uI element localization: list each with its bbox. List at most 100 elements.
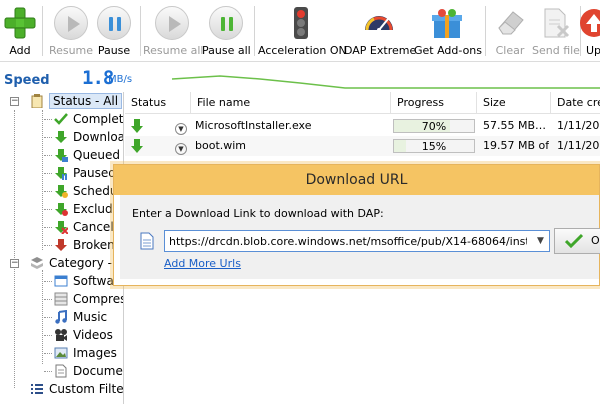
resume-label: Resume xyxy=(48,44,94,57)
tree-line xyxy=(44,335,52,336)
acceleration-button[interactable]: Acceleration ON xyxy=(258,0,347,62)
add-label: Add xyxy=(9,44,31,57)
tree-line xyxy=(44,371,52,372)
dialog-body: Enter a Download Link to download with D… xyxy=(120,195,600,279)
file-icon xyxy=(140,232,154,250)
dialog-title[interactable]: Download URL xyxy=(114,165,599,195)
music-note-icon xyxy=(55,310,67,324)
sidebar-item-label: Queued xyxy=(73,148,121,162)
tree-line xyxy=(44,227,52,228)
send-file-button[interactable]: Send file xyxy=(532,0,580,62)
gift-box-icon xyxy=(432,9,462,38)
sidebar-item-paused[interactable]: Paused xyxy=(54,164,116,182)
get-addons-button[interactable]: Get Add-ons xyxy=(414,0,482,62)
sidebar-item-compressed[interactable]: Compressed xyxy=(54,290,123,308)
pause-button[interactable]: Pause xyxy=(94,0,134,62)
resume-button[interactable]: Resume xyxy=(45,0,97,62)
tree-line xyxy=(14,110,15,388)
category-expander[interactable]: − xyxy=(10,259,19,268)
download-status-icon xyxy=(130,116,150,136)
sidebar-item-images[interactable]: Images xyxy=(54,344,117,362)
sidebar-item-label: Status - All xyxy=(49,93,123,109)
ok-button[interactable]: OK xyxy=(554,228,600,254)
resume-all-button[interactable]: Resume all xyxy=(143,0,203,62)
sidebar-item-completed[interactable]: Completed xyxy=(54,110,123,128)
checkmark-icon xyxy=(565,233,583,249)
tree-line xyxy=(44,317,52,318)
clear-label: Clear xyxy=(495,44,525,57)
pause-all-icon xyxy=(209,6,243,40)
add-button[interactable]: Add xyxy=(0,0,40,62)
table-row[interactable]: ▼ boot.wim 15% 19.57 MB of 130.5 MB 1/11… xyxy=(125,136,600,156)
progress-text: 15% xyxy=(421,140,447,153)
checkmark-icon xyxy=(54,113,68,125)
row-menu-chevron[interactable]: ▼ xyxy=(175,116,189,136)
sidebar-item-label: Images xyxy=(73,346,117,360)
list-header: Status File name Progress Size Date crea… xyxy=(125,92,600,114)
acceleration-label: Acceleration ON xyxy=(258,44,347,57)
queued-icon xyxy=(55,149,68,162)
date-created: 1/11/2014 xyxy=(557,119,600,132)
file-name: boot.wim xyxy=(195,139,247,152)
column-progress[interactable]: Progress xyxy=(391,92,477,114)
play-icon xyxy=(54,6,88,40)
sidebar-item-downloading[interactable]: Downloading xyxy=(54,128,123,146)
broken-icon xyxy=(55,239,67,251)
toolbar: Add Resume Pause Resume all Pause all Ac… xyxy=(0,0,600,62)
sidebar-item-documents[interactable]: Documents xyxy=(54,362,123,380)
dap-extreme-button[interactable]: DAP Extreme xyxy=(344,0,416,62)
progress-bar: 70% xyxy=(393,119,475,133)
sidebar: − Status - All Completed Downloading Que… xyxy=(0,92,124,404)
add-more-urls-link[interactable]: Add More Urls xyxy=(164,257,241,270)
progress-text: 70% xyxy=(421,120,447,133)
video-icon xyxy=(55,329,67,341)
up-button[interactable]: Up xyxy=(580,0,600,62)
tree-line xyxy=(44,119,52,120)
url-input[interactable] xyxy=(164,230,550,252)
toolbar-separator xyxy=(140,6,141,56)
column-size[interactable]: Size xyxy=(477,92,551,114)
chevron-down-icon[interactable]: ▼ xyxy=(532,231,549,251)
pause-all-button[interactable]: Pause all xyxy=(202,0,251,62)
sidebar-item-label: Broken xyxy=(73,238,115,252)
clipboard-icon xyxy=(31,94,43,108)
file-size: 19.57 MB of 130.5 MB xyxy=(483,139,549,152)
sidebar-item-status-all[interactable]: Status - All xyxy=(30,92,123,110)
traffic-light-icon xyxy=(294,7,308,39)
tree-line xyxy=(44,173,52,174)
column-date-created[interactable]: Date created xyxy=(551,92,600,114)
column-status[interactable]: Status xyxy=(125,92,191,114)
software-icon xyxy=(54,275,68,287)
pause-icon xyxy=(97,6,131,40)
up-arrow-icon xyxy=(580,9,600,37)
row-menu-chevron[interactable]: ▼ xyxy=(175,136,189,156)
status-expander[interactable]: − xyxy=(10,97,19,106)
tree-line xyxy=(44,353,52,354)
up-label: Up xyxy=(586,44,600,57)
tree-line xyxy=(44,155,52,156)
column-file-name[interactable]: File name xyxy=(191,92,391,114)
tree-line xyxy=(42,110,43,250)
tree-line xyxy=(44,209,52,210)
sidebar-item-broken[interactable]: Broken xyxy=(54,236,115,254)
sidebar-item-label: Paused xyxy=(73,166,116,180)
sidebar-item-music[interactable]: Music xyxy=(54,308,107,326)
sidebar-item-category-all[interactable]: Category - All xyxy=(30,254,123,272)
table-row[interactable]: ▼ MicrosoftInstaller.exe 70% 57.55 MB of… xyxy=(125,116,600,136)
category-icon xyxy=(31,257,43,269)
send-file-label: Send file xyxy=(532,44,580,57)
toolbar-separator xyxy=(254,6,255,56)
clear-button[interactable]: Clear xyxy=(489,0,531,62)
ok-label: OK xyxy=(591,234,600,247)
sidebar-item-videos[interactable]: Videos xyxy=(54,326,113,344)
speed-bar: Speed 1.8 MB/s xyxy=(0,63,600,93)
sidebar-item-label: Compressed xyxy=(73,292,123,306)
document-icon xyxy=(55,364,67,378)
eraser-icon xyxy=(498,11,524,35)
toolbar-separator xyxy=(485,6,486,56)
progress-bar: 15% xyxy=(393,139,475,153)
sidebar-item-custom-filters[interactable]: Custom Filters xyxy=(30,380,123,398)
sidebar-item-queued[interactable]: Queued xyxy=(54,146,120,164)
sidebar-item-label: Downloading xyxy=(73,130,123,144)
download-url-dialog: Download URL Enter a Download Link to do… xyxy=(113,164,600,286)
